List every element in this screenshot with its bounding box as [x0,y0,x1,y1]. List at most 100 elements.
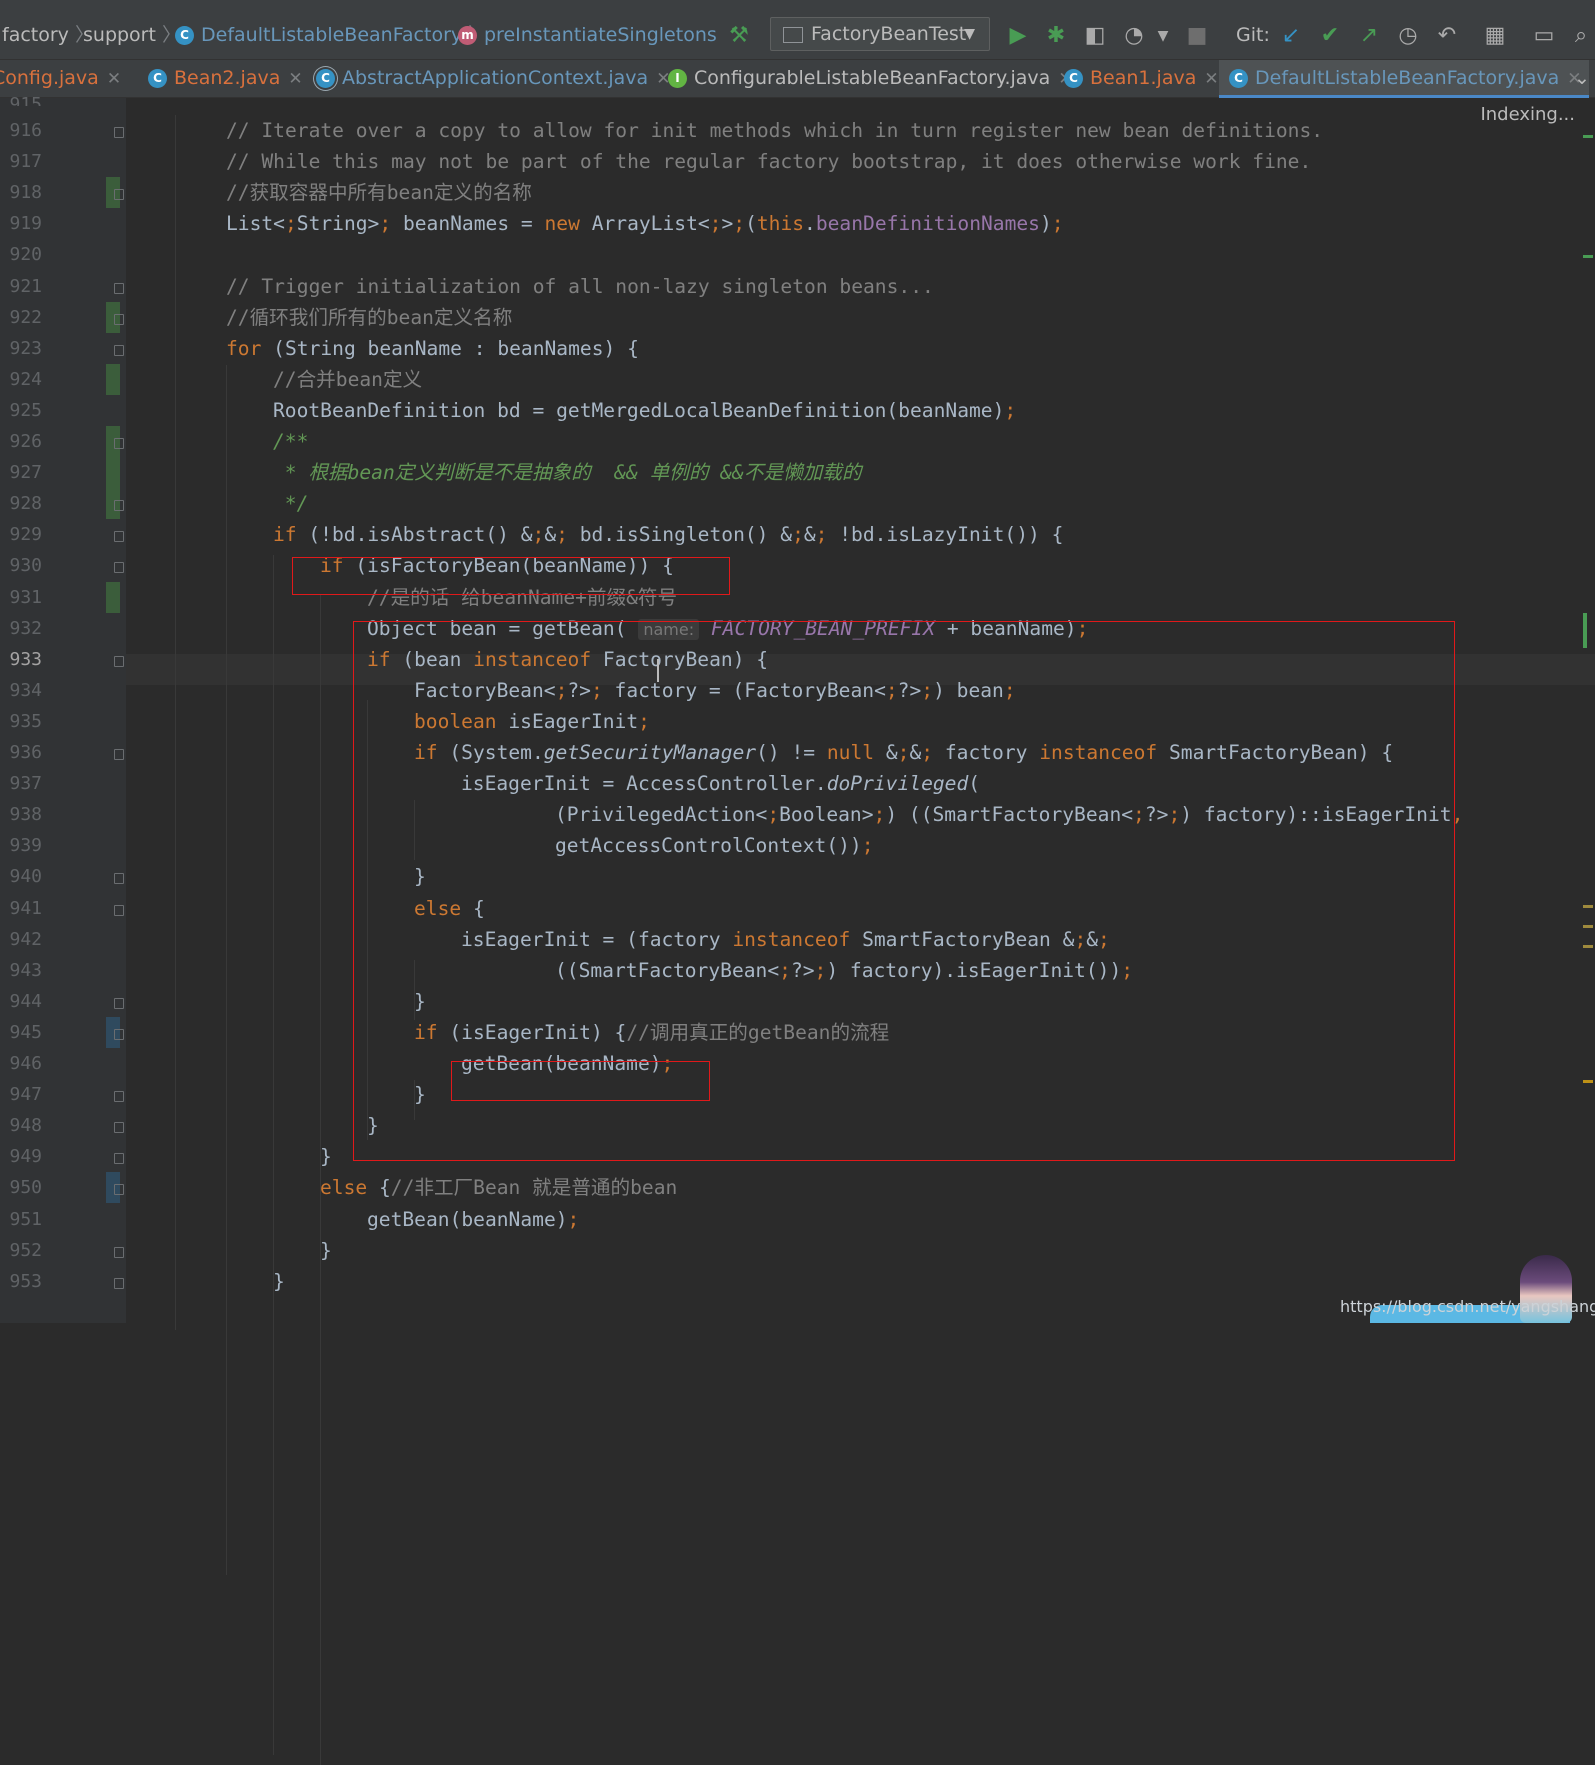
code-line[interactable]: for (String beanName : beanNames) { [226,333,639,364]
stop-icon[interactable]: ■ [1183,22,1211,50]
line-number: 922 [9,306,42,328]
fold-icon[interactable] [114,313,124,325]
fold-icon[interactable] [114,1028,124,1040]
code-line[interactable]: //合并bean定义 [273,364,422,395]
line-number: 921 [9,275,42,297]
code-line[interactable]: List<;String>; beanNames = new ArrayList… [226,208,1064,239]
code-line[interactable]: } [320,1235,332,1266]
line-number: 923 [9,337,42,359]
fold-icon[interactable] [114,282,124,294]
git-push-icon[interactable]: ↗ [1355,22,1383,50]
code-line[interactable]: /** [273,426,308,457]
run-configuration-selector[interactable]: FactoryBeanTest ▼ [770,17,990,51]
close-icon[interactable]: ✕ [107,69,121,89]
line-number: 936 [9,742,42,763]
coverage-icon[interactable]: ◧ [1081,22,1109,50]
fold-icon[interactable] [114,1091,124,1103]
line-number: 941 [9,897,42,919]
tab-label: AbstractApplicationContext.java [342,67,649,89]
profile-icon[interactable]: ◔ [1120,22,1148,50]
line-number: 938 [9,804,42,826]
line-number: 933 [9,648,42,670]
tab-bean1[interactable]: C Bean1.java ✕ [1064,60,1219,98]
profile-dropdown-icon[interactable]: ▼ [1149,22,1177,50]
fold-icon[interactable] [114,873,124,885]
line-number: 934 [9,679,42,701]
fold-icon[interactable] [114,344,124,356]
code-line[interactable]: */ [273,488,309,519]
fold-icon[interactable] [114,655,124,667]
breadcrumb-item-package[interactable]: factory 〉 [2,20,94,50]
code-line[interactable]: // While this may not be part of the reg… [226,146,1311,177]
tab-default-listable-bean-factory[interactable]: C DefaultListableBeanFactory.java ✕ [1219,60,1589,98]
close-icon[interactable]: ✕ [288,69,302,89]
fold-icon[interactable] [114,189,124,201]
breadcrumb-item-method[interactable]: m preInstantiateSingletons [458,20,717,50]
code-line[interactable]: // Iterate over a copy to allow for init… [226,115,1323,146]
tab-overflow-chevron-icon[interactable]: ⌄ [1574,60,1590,98]
fold-icon[interactable] [114,438,124,449]
project-structure-icon[interactable]: ▦ [1481,22,1509,50]
fold-icon[interactable] [114,1153,124,1165]
git-commit-icon[interactable]: ✔ [1316,22,1344,50]
fold-icon[interactable] [114,500,124,512]
line-number: 929 [9,524,42,546]
run-icon[interactable]: ▶ [1004,22,1032,50]
highlight-box-get-bean-call [451,1061,710,1101]
line-number: 951 [9,1208,42,1230]
tab-bean2[interactable]: C Bean2.java ✕ [148,60,303,98]
fold-icon[interactable] [114,749,124,760]
line-number: 930 [9,555,42,577]
line-number: 928 [9,493,42,515]
fold-icon[interactable] [114,1122,124,1134]
search-icon[interactable]: ⌕ [1567,22,1595,50]
code-line[interactable]: else {//非工厂Bean 就是普通的bean [320,1172,677,1203]
breadcrumb-label: support [83,24,156,46]
tab-label: DefaultListableBeanFactory.java [1255,67,1560,89]
fold-icon[interactable] [114,127,124,138]
watermark-text: https://blog.csdn.net/yangshangwei [1340,1297,1595,1316]
fold-icon[interactable] [114,531,124,543]
fold-icon[interactable] [114,904,124,916]
indent-guide [226,365,227,1575]
code-line[interactable]: getBean(beanName); [367,1204,579,1235]
tab-configurable-listable-bean-factory[interactable]: IConfigurableListableBeanFactory.java✕ [668,60,1073,98]
fold-icon[interactable] [114,562,124,574]
tab-abstract-application-context[interactable]: C AbstractApplicationContext.java ✕ [316,60,670,98]
code-line[interactable]: * 根据bean定义判断是不是抽象的 && 单例的 &&不是懒加载的 [273,457,862,488]
history-icon[interactable]: ◷ [1394,22,1422,50]
scroll-marker [1583,925,1593,928]
debug-icon[interactable]: ✱ [1042,22,1070,50]
code-line[interactable]: if (!bd.isAbstract() &;&; bd.isSingleton… [273,519,1063,550]
breadcrumb-item-class[interactable]: C DefaultListableBeanFactory 〉 [175,20,487,50]
code-line[interactable]: //获取容器中所有bean定义的名称 [226,177,532,208]
line-number: 953 [9,1270,42,1292]
code-line[interactable]: RootBeanDefinition bd = getMergedLocalBe… [273,395,1016,426]
scroll-marker [1583,905,1593,908]
line-number: 915 [9,93,42,106]
build-hammer-icon[interactable]: ⚒ [725,22,753,50]
code-line[interactable]: // Trigger initialization of all non-laz… [226,271,934,302]
vcs-change-marker[interactable] [106,363,120,395]
editor-tab-bar: Config.java ✕ C Bean2.java ✕ C AbstractAppli… [0,60,1595,98]
code-line[interactable]: } [273,1266,285,1297]
terminal-icon[interactable]: ▭ [1530,22,1558,50]
code-line[interactable]: } [320,1141,332,1172]
navigation-bar: factory 〉 support 〉 C DefaultListableBean… [0,0,1595,60]
breadcrumb-item-subpackage[interactable]: support 〉 [83,20,181,50]
editor-scrollbar-markers[interactable] [1581,110,1595,1310]
code-line[interactable]: //循环我们所有的bean定义名称 [226,302,512,333]
tab-config[interactable]: Config.java ✕ [0,60,121,98]
vcs-change-marker[interactable] [106,581,120,613]
vcs-change-marker[interactable] [106,457,120,489]
rollback-icon[interactable]: ↶ [1433,22,1461,50]
indent-guide [273,555,274,1755]
fold-icon[interactable] [114,1184,124,1196]
fold-icon[interactable] [114,1277,124,1289]
fold-icon[interactable] [114,997,124,1009]
tab-label: Bean2.java [174,67,281,89]
line-number: 943 [9,959,42,981]
close-icon[interactable]: ✕ [1204,69,1218,89]
fold-icon[interactable] [114,1246,124,1258]
git-update-icon[interactable]: ↙ [1277,22,1305,50]
